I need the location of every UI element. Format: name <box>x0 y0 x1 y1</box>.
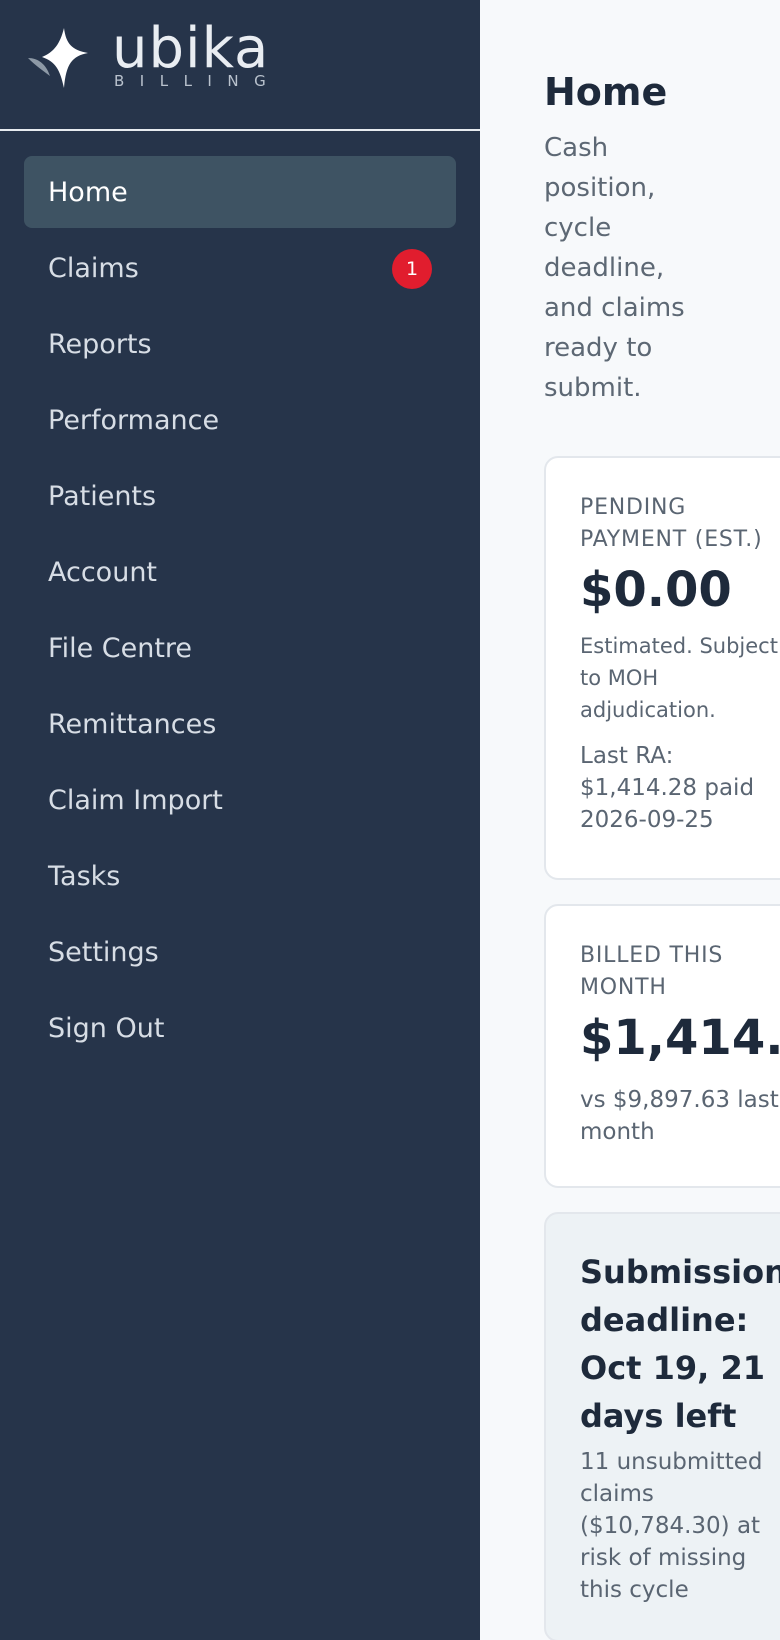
page-title: Home <box>544 70 668 114</box>
page-subtitle: Cash position, cycle deadline, and claim… <box>544 133 685 403</box>
main-content: Home Cash position, cycle deadline, and … <box>480 0 780 1640</box>
sidebar-item-file-centre[interactable]: File Centre <box>24 612 456 684</box>
sidebar-item-label: Patients <box>48 480 157 512</box>
sidebar-item-sign-out[interactable]: Sign Out <box>24 992 456 1064</box>
sidebar-item-label: Sign Out <box>48 1012 165 1044</box>
pending-payment-note: Estimated. Subject to MOH adjudication. <box>580 634 778 722</box>
sidebar-item-label: Settings <box>48 936 159 968</box>
app-root: ubika BILLING Home Claims 1 Reports Perf… <box>0 0 780 1640</box>
billed-comparison-note: vs $9,897.63 last month <box>580 1087 779 1145</box>
billed-this-month-card: BILLED THIS MONTH $1,414.28 vs $9,897.63… <box>544 904 780 1188</box>
sidebar-item-label: Remittances <box>48 708 217 740</box>
sidebar-item-remittances[interactable]: Remittances <box>24 688 456 760</box>
sidebar-item-settings[interactable]: Settings <box>24 916 456 988</box>
pending-payment-value: $0.00 <box>580 562 732 618</box>
submission-deadline-card[interactable]: Submission deadline: Oct 19, 21 days lef… <box>544 1212 780 1640</box>
sidebar: ubika BILLING Home Claims 1 Reports Perf… <box>0 0 480 1640</box>
sidebar-item-patients[interactable]: Patients <box>24 460 456 532</box>
submission-deadline-title: Submission deadline: Oct 19, 21 days lef… <box>580 1253 780 1435</box>
sidebar-item-home[interactable]: Home <box>24 156 456 228</box>
pending-payment-card: PENDING PAYMENT (EST.) $0.00 Estimated. … <box>544 456 780 880</box>
sidebar-item-claims[interactable]: Claims 1 <box>24 232 456 304</box>
claims-count-badge: 1 <box>392 249 432 289</box>
sidebar-nav: Home Claims 1 Reports Performance Patien… <box>24 156 456 1068</box>
last-ra-note: Last RA: $1,414.28 paid 2026-09-25 <box>580 743 755 833</box>
sidebar-item-performance[interactable]: Performance <box>24 384 456 456</box>
sidebar-item-account[interactable]: Account <box>24 536 456 608</box>
card-label: PENDING PAYMENT (EST.) <box>580 495 763 552</box>
brand-subtitle: BILLING <box>114 72 282 90</box>
sidebar-item-label: Performance <box>48 404 220 436</box>
sidebar-item-label: Home <box>48 176 128 208</box>
card-label: BILLED THIS MONTH <box>580 943 724 1000</box>
billed-this-month-value: $1,414.28 <box>580 1010 780 1066</box>
sparkle-logo-icon <box>28 28 88 88</box>
sidebar-item-label: Account <box>48 556 158 588</box>
sidebar-item-claim-import[interactable]: Claim Import <box>24 764 456 836</box>
sidebar-item-label: Tasks <box>48 860 121 892</box>
sidebar-item-label: File Centre <box>48 632 193 664</box>
unsubmitted-claims-note: 11 unsubmitted claims ($10,784.30) at ri… <box>580 1449 763 1603</box>
sidebar-item-label: Claim Import <box>48 784 223 816</box>
sidebar-item-label: Reports <box>48 328 152 360</box>
brand-header[interactable]: ubika BILLING <box>0 0 480 131</box>
sidebar-item-reports[interactable]: Reports <box>24 308 456 380</box>
sidebar-item-label: Claims <box>48 252 139 284</box>
sidebar-item-tasks[interactable]: Tasks <box>24 840 456 912</box>
